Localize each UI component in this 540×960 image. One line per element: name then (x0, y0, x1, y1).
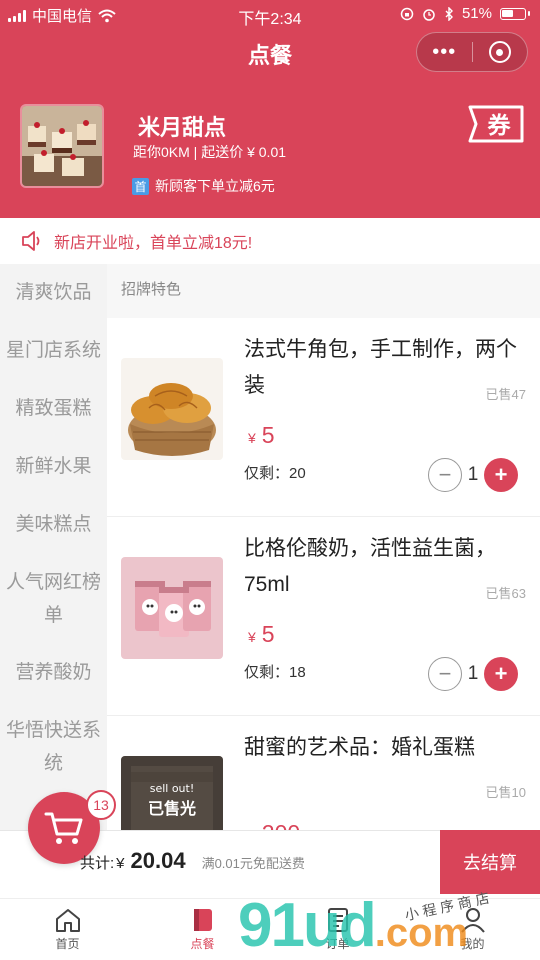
product-item[interactable]: 法式牛角包，手工制作，两个装 已售47 ¥5 仅剩：20 − 1 + (107, 318, 540, 517)
speaker-icon (22, 231, 40, 251)
promo-text: 新顾客下单立减6元 (155, 178, 275, 194)
svg-text:券: 券 (488, 112, 512, 139)
promo-tag: 首 (132, 177, 149, 195)
sold-count: 已售63 (485, 586, 526, 601)
coupon-icon: 券 (468, 105, 524, 143)
home-icon (55, 909, 80, 932)
category-item[interactable]: 华悟快送系统 (0, 702, 107, 792)
menu-book-icon (193, 909, 212, 931)
coupon-button[interactable]: 券 (466, 104, 526, 149)
category-item[interactable]: 美味糕点 (0, 496, 107, 554)
category-item[interactable]: 星门店系统 (0, 322, 107, 380)
miniprogram-capsule: ••• (416, 32, 528, 72)
shopping-cart-icon (44, 812, 83, 844)
battery-percent: 51% (461, 5, 492, 22)
store-meta: 距你0KM | 起送价 ¥ 0.01 (133, 144, 287, 160)
category-item[interactable]: 营养酸奶 (0, 644, 107, 702)
stock-remaining: 仅剩：18 (244, 664, 306, 681)
close-circle-icon (488, 41, 511, 63)
tab-home[interactable]: 首页 (0, 899, 135, 960)
delivery-note: 满0.01元免配送费 (201, 856, 305, 871)
section-title: 招牌特色 (107, 264, 540, 318)
category-item[interactable]: 新鲜水果 (0, 438, 107, 496)
product-image-croissant (121, 358, 223, 460)
store-header: 中国电信 下午2:34 51% 点餐 ••• 米月甜点 距你0KM | 起送价 … (0, 0, 540, 218)
announcement-text: 新店开业啦，首单立减18元! (54, 235, 253, 252)
product-item[interactable]: 比格伦酸奶，活性益生菌，75ml 已售63 ¥5 仅剩：18 − 1 + (107, 517, 540, 716)
new-customer-promo: 首 新顾客下单立减6元 (132, 176, 275, 196)
close-button[interactable] (472, 41, 527, 63)
svg-text:sell out!: sell out! (150, 782, 195, 795)
more-button[interactable]: ••• (417, 41, 472, 64)
product-list: 招牌特色 法式牛角包，手工制作，两个装 已售47 ¥5 仅剩：20 − 1 + (107, 264, 540, 830)
checkout-button[interactable]: 去结算 (440, 830, 540, 894)
cart-total: 共计: ¥ 20.04 满0.01元免配送费 (80, 848, 305, 873)
stock-remaining: 仅剩：20 (244, 465, 306, 482)
product-price: ¥200 (248, 820, 300, 830)
quantity-value: 1 (467, 464, 479, 485)
category-item[interactable]: 清爽饮品 (0, 264, 107, 322)
decrease-button[interactable]: − (428, 458, 462, 492)
quantity-stepper: − 1 + (428, 657, 518, 691)
store-name: 米月甜点 (138, 115, 227, 140)
bluetooth-icon (445, 6, 453, 21)
rotation-lock-icon (400, 7, 414, 20)
cart-count-badge: 13 (86, 790, 116, 820)
product-price: ¥5 (248, 621, 275, 647)
category-sidebar: 清爽饮品 星门店系统 精致蛋糕 新鲜水果 美味糕点 人气网红榜单 营养酸奶 华悟… (0, 264, 107, 830)
quantity-stepper: − 1 + (428, 458, 518, 492)
svg-text:已售光: 已售光 (148, 799, 196, 818)
category-item[interactable]: 人气网红榜单 (0, 554, 107, 644)
announcement-bar: 新店开业啦，首单立减18元! (0, 218, 540, 264)
product-image-yogurt (121, 557, 223, 659)
quantity-value: 1 (467, 663, 479, 684)
product-item[interactable]: sell out! 已售光 甜蜜的艺术品：婚礼蛋糕 已售10 ¥200 (107, 716, 540, 830)
increase-button[interactable]: + (484, 657, 518, 691)
increase-button[interactable]: + (484, 458, 518, 492)
sold-count: 已售10 (485, 785, 526, 800)
decrease-button[interactable]: − (428, 657, 462, 691)
category-item[interactable]: 精致蛋糕 (0, 380, 107, 438)
product-image-wedding-cake: sell out! 已售光 (121, 756, 223, 830)
alarm-icon (423, 8, 435, 21)
product-price: ¥5 (248, 422, 275, 448)
status-bar: 中国电信 下午2:34 51% (0, 0, 540, 30)
product-name: 甜蜜的艺术品：婚礼蛋糕 (244, 736, 475, 759)
battery-icon (500, 7, 526, 20)
store-logo (20, 104, 104, 188)
sold-count: 已售47 (485, 387, 526, 402)
